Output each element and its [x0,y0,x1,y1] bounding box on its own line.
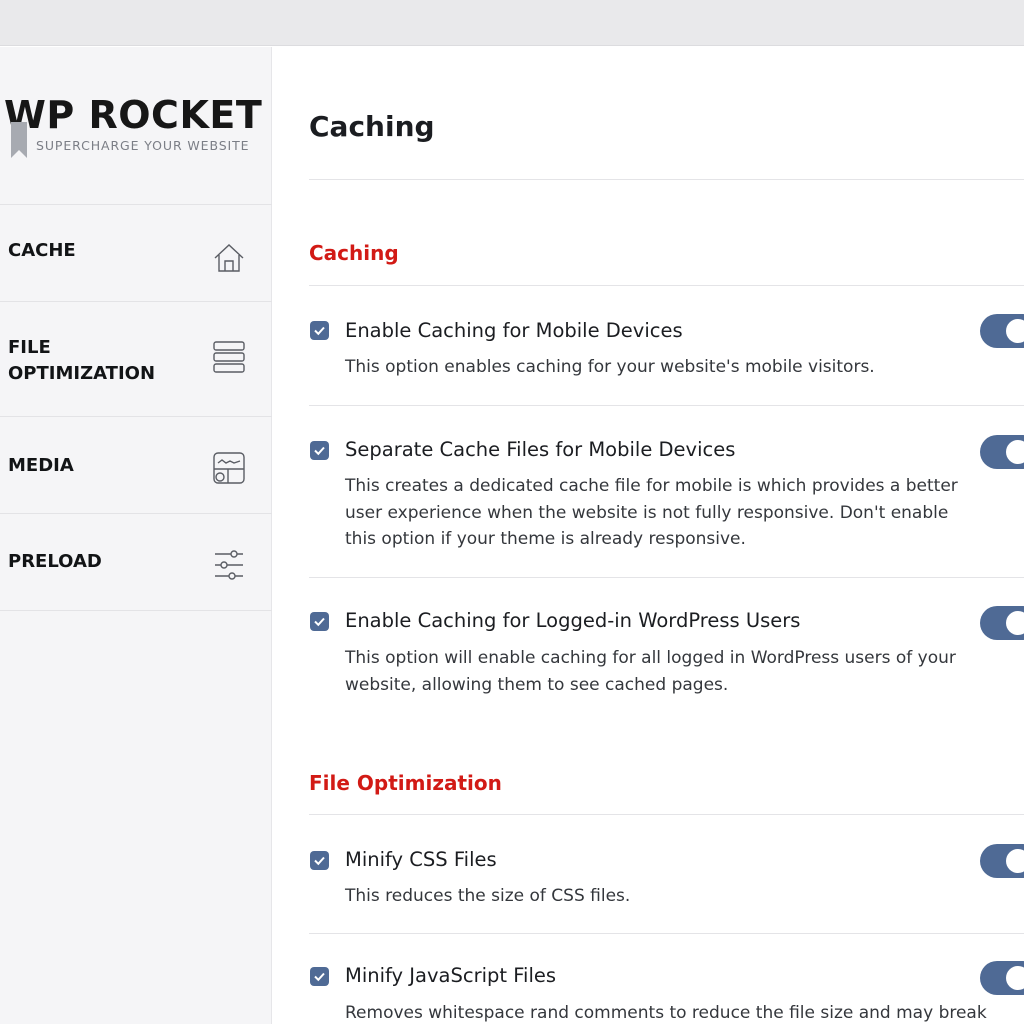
option-description: This reduces the size of CSS files. [345,886,631,906]
browser-top-bar [0,0,1024,46]
toggle-knob [1006,319,1024,343]
checkmark-icon [314,326,325,336]
sidebar: WP ROCKET SUPERCHARGE YOUR WEBSITE CACHE… [0,47,272,1024]
minify-js-checkbox[interactable] [310,967,329,986]
option-title: Separate Cache Files for Mobile Devices [345,438,736,461]
minify-js-toggle[interactable] [980,961,1024,995]
separate-cache-checkbox[interactable] [310,441,329,460]
divider [309,179,1024,180]
logged-in-caching-toggle[interactable] [980,606,1024,640]
divider [309,814,1024,815]
toggle-knob [1006,440,1024,464]
rocket-ribbon-icon [11,122,27,158]
stack-icon [213,341,245,373]
divider [309,577,1024,578]
sidebar-item-label: PRELOAD [8,551,102,572]
toggle-knob [1006,611,1024,635]
option-description: This creates a dedicated cache file for … [345,476,958,549]
sidebar-item-file-optimization[interactable]: FILE OPTIMIZATION [0,302,272,417]
checkmark-icon [314,972,325,982]
checkmark-icon [314,446,325,456]
sliders-icon [215,550,243,580]
minify-css-checkbox[interactable] [310,851,329,870]
sidebar-item-cache[interactable]: CACHE [0,205,272,302]
option-title: Enable Caching for Mobile Devices [345,319,683,342]
section-title-file-optimization: File Optimization [309,771,502,795]
wp-rocket-logo: WP ROCKET SUPERCHARGE YOUR WEBSITE [0,47,272,205]
section-title-caching: Caching [309,241,399,265]
option-description: This option will enable caching for all … [345,648,956,695]
logo-title: WP ROCKET [4,93,263,137]
minify-css-toggle[interactable] [980,844,1024,878]
separate-cache-toggle[interactable] [980,435,1024,469]
option-title: Enable Caching for Logged-in WordPress U… [345,609,801,632]
sidebar-item-label: FILE OPTIMIZATION [8,337,156,384]
divider [309,405,1024,406]
mobile-caching-checkbox[interactable] [310,321,329,340]
mobile-caching-toggle[interactable] [980,314,1024,348]
option-title: Minify JavaScript Files [345,964,557,987]
sidebar-item-media[interactable]: MEDIA [0,417,272,514]
home-icon [214,244,244,272]
divider [309,933,1024,934]
page-title: Caching [309,110,435,143]
sidebar-item-label: CACHE [8,240,76,261]
option-description: This option enables caching for your web… [345,357,875,377]
logged-in-caching-checkbox[interactable] [310,612,329,631]
toggle-knob [1006,849,1024,873]
option-title: Minify CSS Files [345,848,497,871]
checkmark-icon [314,617,325,627]
checkmark-icon [314,856,325,866]
divider [309,285,1024,286]
toggle-knob [1006,966,1024,990]
option-description: Removes whitespace rand comments to redu… [345,1003,987,1023]
logo-tagline: SUPERCHARGE YOUR WEBSITE [36,138,250,153]
main-content: Caching Caching Enable Caching for Mobil… [272,47,1024,1024]
sidebar-item-label: MEDIA [8,455,74,476]
media-icon [213,452,245,484]
sidebar-item-preload[interactable]: PRELOAD [0,514,272,611]
